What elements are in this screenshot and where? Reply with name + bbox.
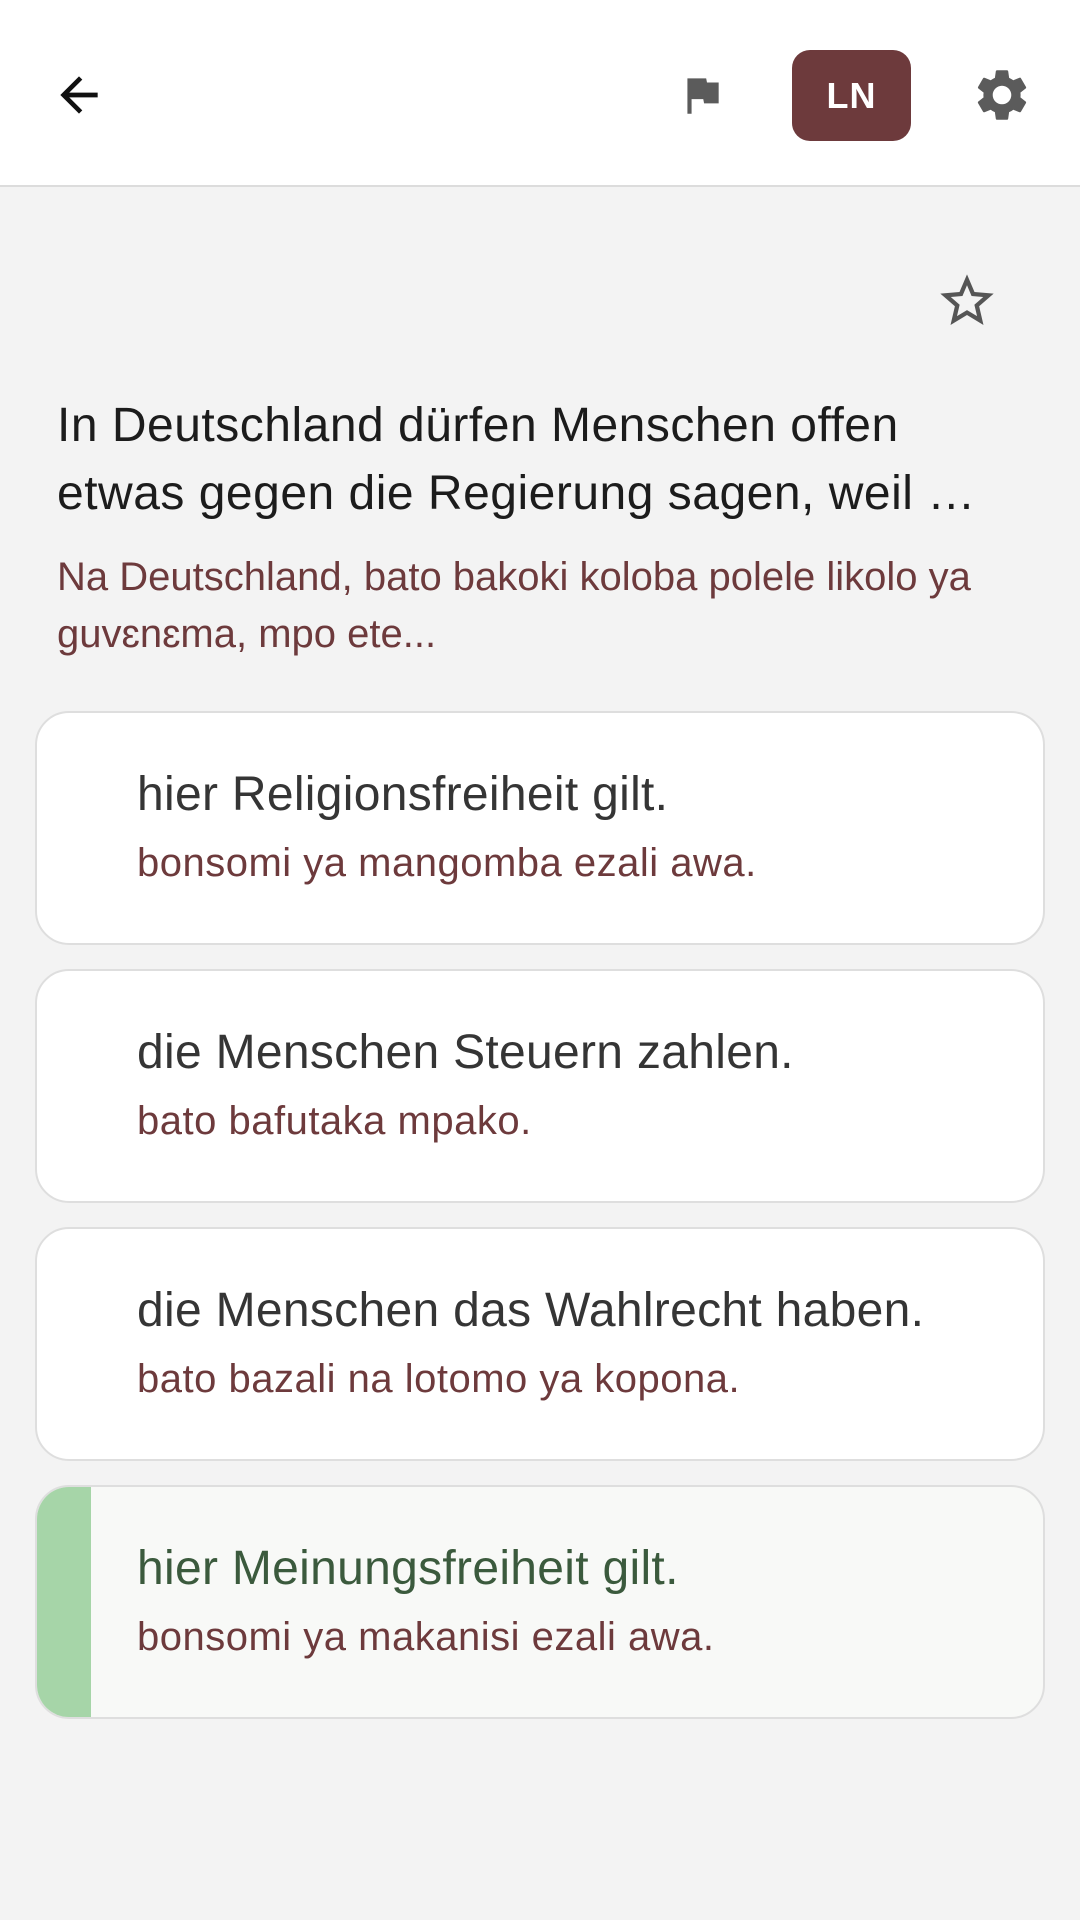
answer-translation: bato bazali na lotomo ya kopona. — [137, 1357, 741, 1401]
language-code: LN — [826, 74, 877, 116]
app-bar: LN — [0, 0, 1080, 187]
answer-translation: bonsomi ya mangomba ezali awa. — [137, 841, 757, 885]
answer-text: die Menschen das Wahlrecht haben. — [137, 1284, 925, 1337]
answer-text: die Menschen Steuern zahlen. — [137, 1026, 794, 1079]
question-text: In Deutschland dürfen Menschen offen etw… — [57, 399, 976, 520]
question-translation: Na Deutschland, bato bakoki koloba polel… — [57, 555, 971, 656]
answer-option-1[interactable]: hier Religionsfreiheit gilt. bonsomi ya … — [35, 711, 1045, 945]
star-outline-icon — [940, 274, 994, 325]
answer-text: hier Meinungsfreiheit gilt. — [137, 1542, 679, 1595]
correct-indicator — [37, 1487, 91, 1717]
answer-option-4-correct[interactable]: hier Meinungsfreiheit gilt. bonsomi ya m… — [35, 1485, 1045, 1719]
arrow-left-icon — [60, 76, 98, 114]
flag-icon — [687, 78, 719, 114]
gear-icon — [977, 70, 1027, 120]
back-button[interactable] — [40, 56, 118, 134]
answer-option-2[interactable]: die Menschen Steuern zahlen. bato bafuta… — [35, 969, 1045, 1203]
report-button[interactable] — [663, 56, 741, 134]
answer-text: hier Religionsfreiheit gilt. — [137, 768, 669, 821]
answer-option-3[interactable]: die Menschen das Wahlrecht haben. bato b… — [35, 1227, 1045, 1461]
favorite-button[interactable] — [930, 264, 1004, 338]
language-button[interactable]: LN — [792, 50, 911, 141]
answer-translation: bato bafutaka mpako. — [137, 1099, 532, 1143]
answer-translation: bonsomi ya makanisi ezali awa. — [137, 1615, 715, 1659]
settings-button[interactable] — [963, 56, 1041, 134]
